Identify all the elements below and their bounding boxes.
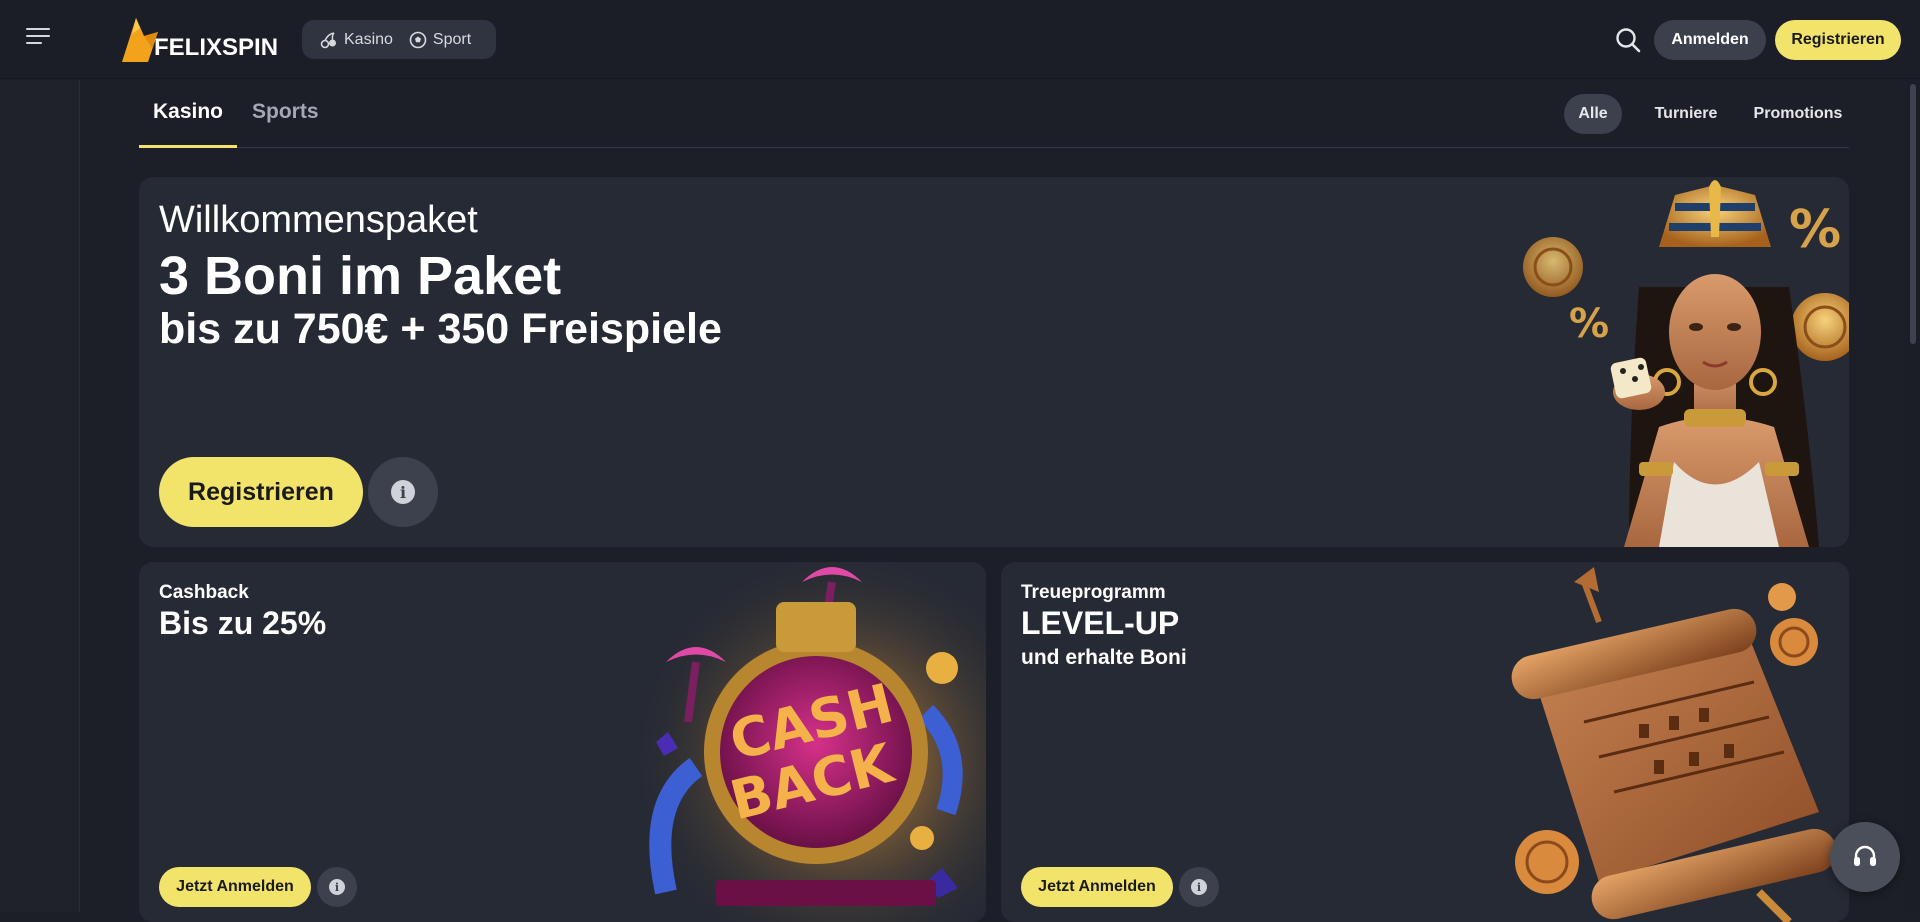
brand-name: FELIXSPIN bbox=[154, 34, 279, 61]
filter-promotions[interactable]: Promotions bbox=[1742, 94, 1854, 134]
loyalty-card: Treueprogramm LEVEL-UP und erhalte Boni … bbox=[1001, 562, 1849, 922]
loyalty-eyebrow: Treueprogramm bbox=[1021, 582, 1166, 603]
info-icon: i bbox=[329, 879, 345, 895]
cashback-eyebrow: Cashback bbox=[159, 582, 249, 603]
search-icon[interactable] bbox=[1614, 26, 1642, 54]
cashback-cta-button[interactable]: Jetzt Anmelden bbox=[159, 867, 311, 907]
filter-turniere[interactable]: Turniere bbox=[1631, 94, 1741, 134]
nav-kasino[interactable]: Kasino bbox=[312, 20, 401, 59]
svg-text:%: % bbox=[1789, 200, 1841, 260]
nav-sport-label: Sport bbox=[432, 30, 472, 48]
soccer-ball-icon bbox=[409, 31, 427, 48]
scrollbar-thumb[interactable] bbox=[1910, 84, 1916, 344]
info-icon: i bbox=[1191, 879, 1207, 895]
tab-kasino[interactable]: Kasino bbox=[139, 100, 238, 148]
hamburger-menu-icon[interactable] bbox=[26, 28, 52, 50]
svg-text:%: % bbox=[1569, 301, 1609, 347]
cashback-title: Bis zu 25% bbox=[159, 605, 327, 641]
hero-register-button[interactable]: Registrieren bbox=[159, 457, 363, 527]
loyalty-cta-button[interactable]: Jetzt Anmelden bbox=[1021, 867, 1173, 907]
headset-icon bbox=[1854, 845, 1876, 866]
hero-eyebrow: Willkommenspaket bbox=[159, 199, 478, 241]
filter-alle[interactable]: Alle bbox=[1564, 94, 1622, 134]
tab-sports[interactable]: Sports bbox=[238, 100, 333, 148]
nav-sport[interactable]: Sport bbox=[401, 20, 479, 59]
sidebar bbox=[0, 80, 80, 912]
nav-kasino-label: Kasino bbox=[344, 30, 393, 48]
hero-title: 3 Boni im Paket bbox=[159, 246, 562, 306]
cash-back-illustration: CASH BACK bbox=[626, 562, 986, 922]
loyalty-subtitle: und erhalte Boni bbox=[1021, 646, 1187, 669]
brand-logo[interactable]: FELIXSPIN bbox=[118, 14, 288, 64]
cleopatra-illustration: % % bbox=[1523, 180, 1849, 547]
cashback-info-button[interactable]: i bbox=[317, 867, 357, 907]
hero-info-button[interactable]: i bbox=[368, 457, 438, 527]
top-nav-pill: Kasino Sport bbox=[302, 20, 496, 59]
support-chat-button[interactable] bbox=[1830, 822, 1900, 892]
hero-subtitle: bis zu 750€ + 350 Freispiele bbox=[159, 305, 722, 353]
page-scrollbar[interactable] bbox=[1906, 80, 1920, 912]
section-tabs: Kasino Sports Alle Turniere Promotions bbox=[139, 80, 1849, 148]
scroll-illustration bbox=[1511, 567, 1837, 922]
loyalty-info-button[interactable]: i bbox=[1179, 867, 1219, 907]
top-navigation-bar: FELIXSPIN Kasino Sport Anmelden Registri… bbox=[0, 0, 1920, 79]
login-button[interactable]: Anmelden bbox=[1654, 20, 1766, 60]
cashback-card: Cashback Bis zu 25% Jetzt Anmelden i CAS… bbox=[139, 562, 986, 922]
fox-logo-icon bbox=[122, 18, 158, 62]
welcome-package-banner: Willkommenspaket 3 Boni im Paket bis zu … bbox=[139, 177, 1849, 547]
loyalty-title: LEVEL-UP bbox=[1021, 605, 1180, 641]
register-button[interactable]: Registrieren bbox=[1775, 20, 1901, 60]
info-icon: i bbox=[391, 480, 415, 504]
cherries-icon bbox=[320, 31, 336, 48]
